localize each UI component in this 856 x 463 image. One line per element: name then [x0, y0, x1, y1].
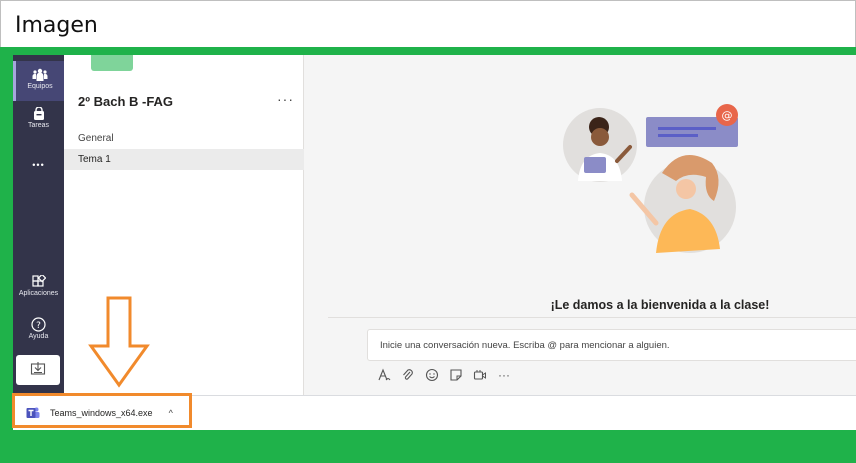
welcome-illustration: @: [563, 104, 738, 253]
teams-icon: [32, 68, 48, 81]
team-more-options-button[interactable]: ···: [277, 91, 294, 107]
conversation-pane: @ ¡Le damos a la bienvenida a la clase!: [305, 55, 856, 395]
rail-item-apps[interactable]: Aplicaciones: [13, 275, 64, 297]
team-avatar[interactable]: [91, 55, 133, 71]
more-dots-icon: •••: [32, 160, 45, 170]
rail-help-label: Ayuda: [28, 333, 49, 340]
divider: [328, 317, 856, 318]
compose-message-input[interactable]: [368, 330, 856, 360]
tasks-bag-icon: [33, 107, 44, 120]
meet-now-icon[interactable]: [473, 368, 487, 382]
svg-text:@: @: [722, 109, 733, 122]
apps-icon: [31, 275, 46, 287]
svg-text:?: ?: [36, 321, 41, 331]
rail-item-tasks[interactable]: Tareas: [13, 107, 64, 129]
channel-item-general[interactable]: General: [64, 128, 304, 149]
more-options-icon[interactable]: ···: [497, 368, 511, 382]
compose-toolbar: ···: [377, 367, 511, 383]
attach-icon[interactable]: [401, 368, 415, 382]
welcome-message: ¡Le damos a la bienvenida a la clase!: [550, 298, 770, 312]
download-icon: [30, 362, 46, 375]
caption-title: Imagen: [15, 13, 98, 38]
emoji-icon[interactable]: [425, 368, 439, 382]
compose-box: [367, 329, 856, 361]
rail-item-help[interactable]: ? Ayuda: [13, 317, 64, 340]
download-app-button[interactable]: [16, 355, 60, 385]
rail-tasks-label: Tareas: [27, 122, 49, 129]
rail-teams-label: Equipos: [27, 83, 53, 90]
rail-more-apps-button[interactable]: •••: [13, 155, 64, 171]
rail-apps-label: Aplicaciones: [18, 290, 59, 297]
help-icon: ?: [31, 317, 46, 332]
format-icon[interactable]: [377, 368, 391, 382]
download-highlight-box: [12, 393, 192, 428]
team-name: 2º Bach B -FAG: [78, 94, 174, 109]
channel-item-tema-1[interactable]: Tema 1: [64, 149, 304, 170]
app-rail: Equipos Tareas ••• Aplicaciones ? Ayuda: [13, 55, 64, 395]
sticker-icon[interactable]: [449, 368, 463, 382]
rail-item-teams[interactable]: Equipos: [13, 61, 64, 101]
image-caption-bar: Imagen: [0, 0, 856, 47]
down-arrow-annotation: [88, 296, 150, 388]
